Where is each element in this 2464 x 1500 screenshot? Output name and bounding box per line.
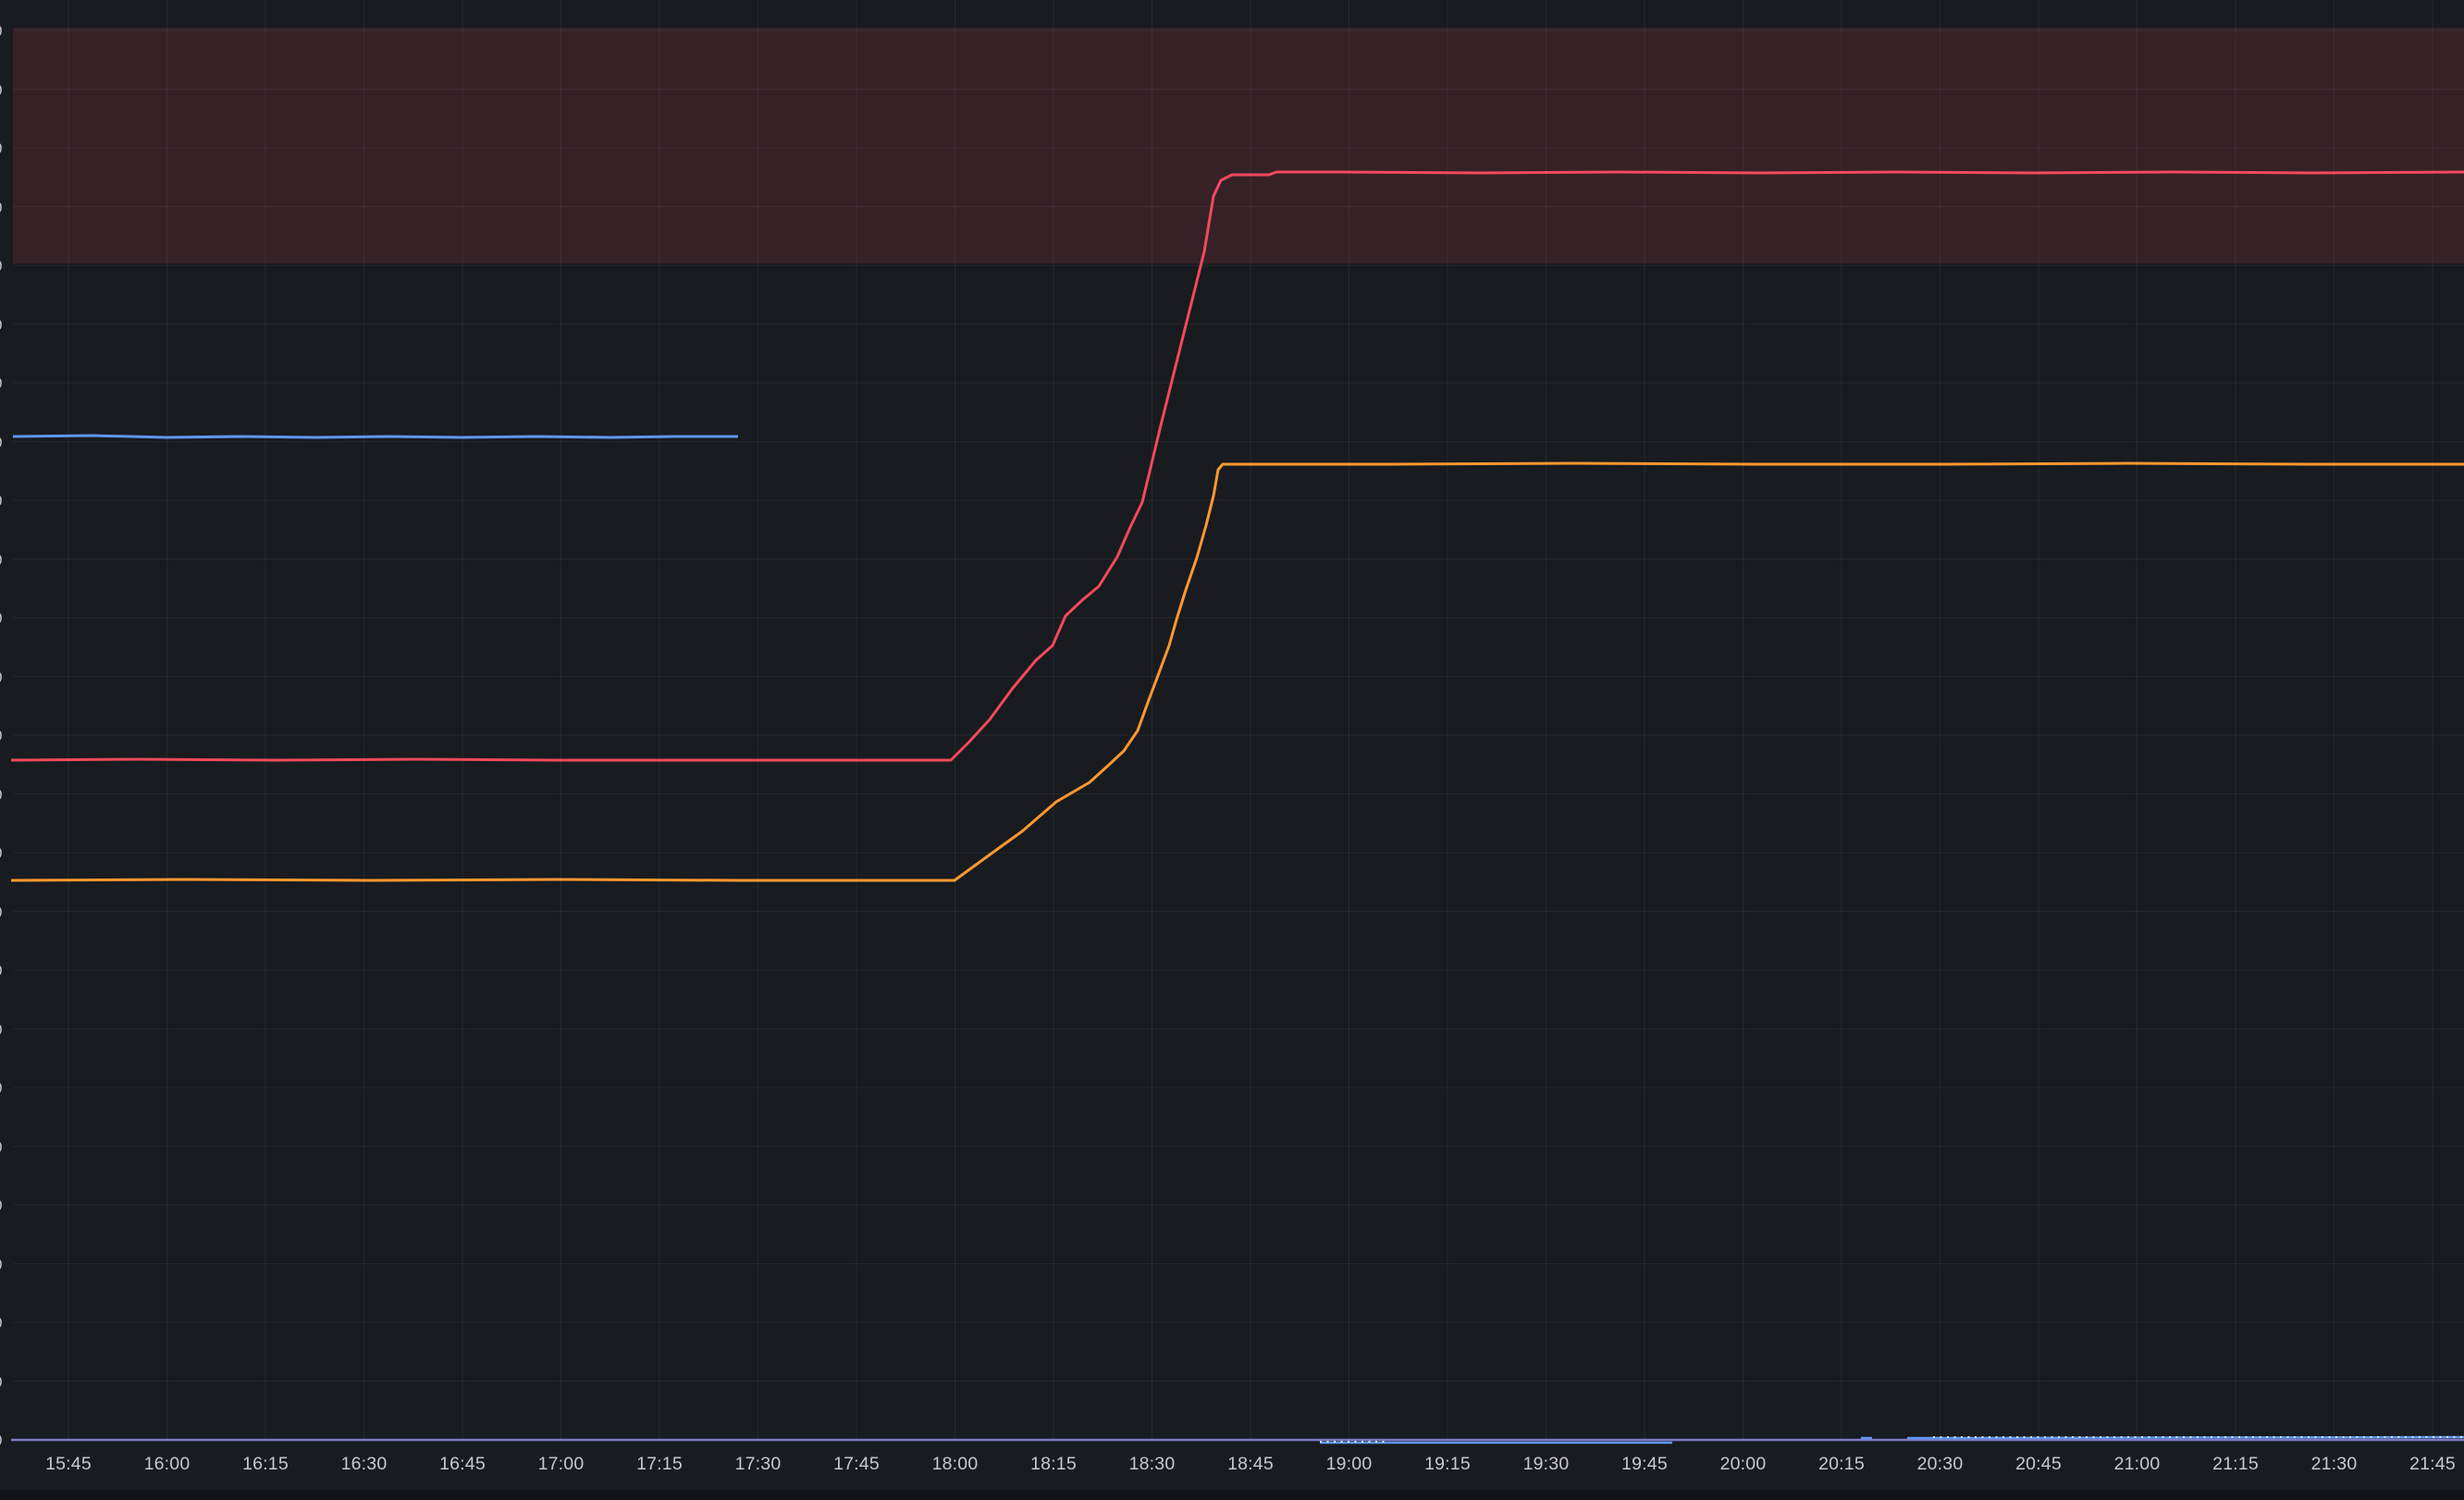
y-axis-label-cropped: 0 bbox=[0, 728, 2, 744]
x-axis-label: 19:45 bbox=[1594, 1454, 1695, 1475]
x-axis-label: 17:00 bbox=[511, 1454, 612, 1475]
y-axis-label-cropped: 0 bbox=[0, 23, 2, 39]
y-axis-label-cropped: 0 bbox=[0, 610, 2, 626]
y-axis-label-cropped: 0 bbox=[0, 1080, 2, 1096]
orange-series-line bbox=[11, 463, 2464, 880]
y-axis-label-cropped: 0 bbox=[0, 1139, 2, 1155]
x-axis-label: 18:30 bbox=[1102, 1454, 1203, 1475]
y-axis-label-cropped: 0 bbox=[0, 258, 2, 274]
x-axis-label: 17:45 bbox=[806, 1454, 907, 1475]
x-axis-label: 16:00 bbox=[117, 1454, 218, 1475]
y-axis-label-cropped: 0 bbox=[0, 317, 2, 333]
y-axis-label-cropped: 0 bbox=[0, 1432, 2, 1448]
y-axis-label-cropped: 0 bbox=[0, 1198, 2, 1213]
blue-series-line bbox=[13, 436, 738, 437]
x-axis-label: 20:30 bbox=[1890, 1454, 1991, 1475]
y-axis-label-cropped: 0 bbox=[0, 493, 2, 509]
x-axis-label: 15:45 bbox=[18, 1454, 119, 1475]
y-axis-label-cropped: 0 bbox=[0, 1022, 2, 1038]
x-axis-label: 16:15 bbox=[215, 1454, 316, 1475]
y-axis-label-cropped: 0 bbox=[0, 435, 2, 450]
x-axis-label: 19:15 bbox=[1397, 1454, 1498, 1475]
y-axis-label-cropped: 0 bbox=[0, 904, 2, 920]
x-axis-label: 18:15 bbox=[1003, 1454, 1104, 1475]
y-axis-label-cropped: 0 bbox=[0, 1315, 2, 1331]
x-axis-label: 21:00 bbox=[2087, 1454, 2188, 1475]
x-axis-label: 21:15 bbox=[2185, 1454, 2286, 1475]
panel-bottom-edge bbox=[0, 1490, 2464, 1500]
x-axis-label: 19:30 bbox=[1496, 1454, 1597, 1475]
y-axis-label-cropped: 0 bbox=[0, 375, 2, 391]
chart-canvas[interactable] bbox=[0, 0, 2464, 1500]
x-axis-label: 18:45 bbox=[1200, 1454, 1301, 1475]
threshold-region bbox=[13, 28, 2464, 264]
x-axis-label: 21:30 bbox=[2284, 1454, 2385, 1475]
x-axis-label: 18:00 bbox=[905, 1454, 1006, 1475]
time-series-panel: 15:4516:0016:1516:3016:4517:0017:1517:30… bbox=[0, 0, 2464, 1500]
y-axis-label-cropped: 0 bbox=[0, 141, 2, 156]
y-axis-label-cropped: 0 bbox=[0, 787, 2, 803]
x-axis-label: 20:45 bbox=[1988, 1454, 2089, 1475]
x-axis-label: 19:00 bbox=[1299, 1454, 1400, 1475]
y-axis-label-cropped: 0 bbox=[0, 670, 2, 685]
y-axis-label-cropped: 0 bbox=[0, 552, 2, 568]
x-axis-label: 16:45 bbox=[412, 1454, 513, 1475]
y-axis-label-cropped: 0 bbox=[0, 963, 2, 978]
x-axis-label: 17:30 bbox=[708, 1454, 809, 1475]
y-axis-label-cropped: 0 bbox=[0, 82, 2, 98]
x-axis-label: 21:45 bbox=[2382, 1454, 2464, 1475]
x-axis-label: 17:15 bbox=[609, 1454, 710, 1475]
y-axis-label-cropped: 0 bbox=[0, 1374, 2, 1390]
y-axis-label-cropped: 0 bbox=[0, 845, 2, 861]
x-axis-label: 20:00 bbox=[1693, 1454, 1794, 1475]
x-axis-label: 20:15 bbox=[1791, 1454, 1892, 1475]
y-axis-label-cropped: 0 bbox=[0, 1257, 2, 1273]
x-axis-label: 16:30 bbox=[314, 1454, 415, 1475]
y-axis-label-cropped: 0 bbox=[0, 200, 2, 215]
